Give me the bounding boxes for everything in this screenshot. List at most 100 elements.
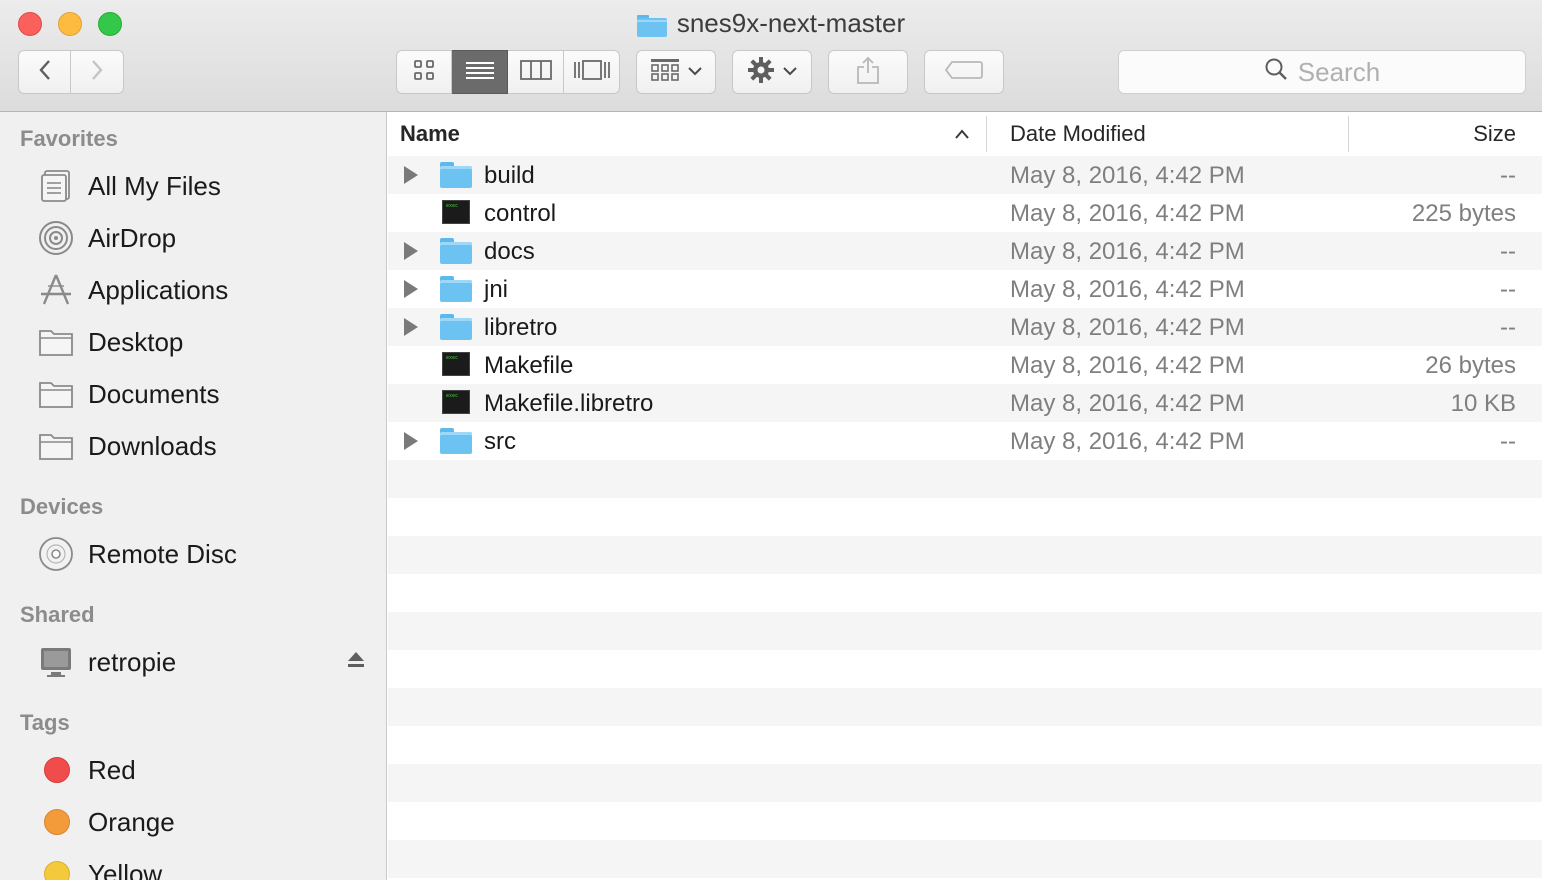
file-size: -- [1500, 162, 1516, 189]
sidebar-item-label: Downloads [88, 430, 217, 461]
grid-icon [413, 59, 435, 86]
sidebar-item-label: Documents [88, 378, 220, 409]
file-row[interactable]: build May 8, 2016, 4:42 PM -- [388, 156, 1542, 194]
file-name: Makefile [484, 352, 574, 379]
empty-row [388, 650, 1542, 688]
file-size: 26 bytes [1425, 352, 1516, 379]
folder-icon [36, 428, 76, 464]
disclosure-triangle-icon[interactable] [404, 318, 418, 336]
sidebar-item-downloads[interactable]: Downloads [36, 426, 366, 466]
share-icon [856, 55, 880, 90]
airdrop-icon [36, 220, 76, 256]
file-name: Makefile.libretro [484, 390, 654, 417]
sidebar-item-all-my-files[interactable]: All My Files [36, 166, 366, 206]
file-row[interactable]: exec Makefile May 8, 2016, 4:42 PM 26 bytes [388, 346, 1542, 384]
sidebar-item-label: AirDrop [88, 222, 177, 253]
eject-icon[interactable] [346, 646, 366, 677]
terminal-executable-icon: exec [440, 200, 472, 226]
tag-button[interactable] [924, 50, 1004, 94]
sidebar-item-applications[interactable]: Applications [36, 270, 366, 310]
arrange-button[interactable] [636, 50, 716, 94]
list-view-button[interactable] [452, 50, 508, 94]
toolbar: snes9x-next-master Search [0, 0, 1542, 112]
file-row[interactable]: jni May 8, 2016, 4:42 PM -- [388, 270, 1542, 308]
sidebar-item-tag-red[interactable]: Red [36, 750, 366, 790]
sidebar-item-label: Desktop [88, 326, 184, 357]
file-row[interactable]: docs May 8, 2016, 4:42 PM -- [388, 232, 1542, 270]
column-header-date-modified[interactable]: Date Modified [1010, 112, 1146, 156]
red-tag-dot [44, 757, 70, 783]
icon-view-button[interactable] [396, 50, 452, 94]
coverflow-icon [573, 59, 611, 86]
file-size: -- [1500, 428, 1516, 455]
action-button[interactable] [732, 50, 812, 94]
orange-tag-dot [44, 809, 70, 835]
terminal-executable-icon: exec [440, 352, 472, 378]
yellow-tag-dot [44, 861, 70, 880]
folder-icon [36, 324, 76, 360]
forward-button[interactable] [71, 50, 124, 94]
window-title-bar: snes9x-next-master [0, 8, 1542, 39]
tag-icon [944, 60, 984, 85]
share-button[interactable] [828, 50, 908, 94]
file-size: -- [1500, 314, 1516, 341]
sidebar-item-tag-orange[interactable]: Orange [36, 802, 366, 842]
sidebar-item-retropie[interactable]: retropie [36, 642, 366, 682]
file-date-modified: May 8, 2016, 4:42 PM [1010, 352, 1245, 379]
disclosure-triangle-icon[interactable] [404, 280, 418, 298]
disclosure-triangle-icon[interactable] [404, 166, 418, 184]
search-field[interactable]: Search [1118, 50, 1526, 94]
shared-header: Shared [20, 602, 95, 627]
empty-row [388, 802, 1542, 840]
file-size: 225 bytes [1411, 200, 1516, 227]
file-name: build [484, 162, 535, 189]
column-header-row: Name Date Modified Size [388, 112, 1542, 157]
back-button[interactable] [18, 50, 71, 94]
file-size: -- [1500, 276, 1516, 303]
cover-flow-view-button[interactable] [564, 50, 620, 94]
empty-row [388, 460, 1542, 498]
file-size: 10 KB [1450, 390, 1516, 417]
column-divider[interactable] [1348, 116, 1349, 152]
monitor-icon [36, 644, 76, 680]
applications-icon [36, 272, 76, 308]
file-date-modified: May 8, 2016, 4:42 PM [1010, 276, 1245, 303]
sidebar-item-label: Applications [88, 274, 229, 305]
empty-row [388, 840, 1542, 878]
empty-row [388, 726, 1542, 764]
sidebar-item-tag-yellow[interactable]: Yellow [36, 854, 366, 880]
file-date-modified: May 8, 2016, 4:42 PM [1010, 314, 1245, 341]
sidebar-item-desktop[interactable]: Desktop [36, 322, 366, 362]
chevron-down-icon [783, 63, 797, 81]
disclosure-triangle-icon[interactable] [404, 242, 418, 260]
sidebar-item-label: Orange [88, 806, 175, 837]
tags-header: Tags [20, 710, 70, 735]
file-size: -- [1500, 238, 1516, 265]
column-view-button[interactable] [508, 50, 564, 94]
file-list: Name Date Modified Size build May 8, 2016… [388, 112, 1542, 880]
sidebar-item-remote-disc[interactable]: Remote Disc [36, 534, 366, 574]
sidebar-item-documents[interactable]: Documents [36, 374, 366, 414]
sidebar-item-label: Yellow [88, 858, 163, 880]
folder-icon [440, 238, 472, 264]
file-row[interactable]: exec Makefile.libretro May 8, 2016, 4:42 P… [388, 384, 1542, 422]
file-rows: build May 8, 2016, 4:42 PM -- exec control Ma… [388, 156, 1542, 880]
file-row[interactable]: libretro May 8, 2016, 4:42 PM -- [388, 308, 1542, 346]
column-header-size[interactable]: Size [1473, 112, 1516, 156]
devices-header: Devices [20, 494, 104, 519]
file-row[interactable]: src May 8, 2016, 4:42 PM -- [388, 422, 1542, 460]
column-header-name[interactable]: Name [400, 112, 460, 156]
folder-icon [440, 276, 472, 302]
sidebar-item-airdrop[interactable]: AirDrop [36, 218, 366, 258]
file-date-modified: May 8, 2016, 4:42 PM [1010, 428, 1245, 455]
column-divider[interactable] [986, 116, 987, 152]
file-row[interactable]: exec control May 8, 2016, 4:42 PM 225 bytes [388, 194, 1542, 232]
empty-row [388, 574, 1542, 612]
file-name: docs [484, 238, 535, 265]
empty-row [388, 688, 1542, 726]
empty-row [388, 536, 1542, 574]
disclosure-triangle-icon[interactable] [404, 432, 418, 450]
empty-row [388, 764, 1542, 802]
file-date-modified: May 8, 2016, 4:42 PM [1010, 200, 1245, 227]
window-title: snes9x-next-master [676, 8, 906, 38]
